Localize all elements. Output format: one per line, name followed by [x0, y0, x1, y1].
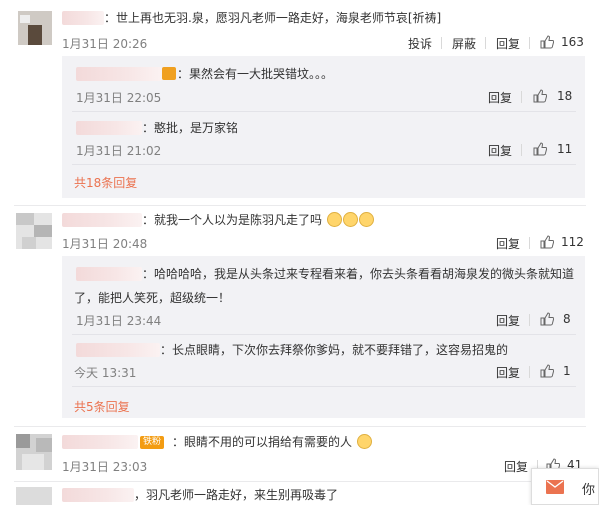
divider: [72, 164, 576, 165]
like-count: 112: [561, 235, 584, 249]
thumbs-up-icon[interactable]: [540, 364, 554, 378]
like-count: 1: [563, 364, 571, 378]
comment-time: 1月31日 23:03: [62, 460, 148, 474]
thumbs-up-icon[interactable]: [540, 312, 554, 326]
username-blurred[interactable]: [62, 11, 104, 25]
separator: [485, 37, 486, 49]
crying-face-icon: [358, 212, 374, 227]
divider: [14, 205, 586, 206]
reply-text: ：果然会有一大批哭错坟。。。: [177, 67, 334, 81]
separator: [529, 237, 530, 249]
reply-time: 1月31日 23:44: [76, 314, 162, 328]
comment-time: 1月31日 20:26: [62, 37, 148, 51]
username-blurred[interactable]: [62, 488, 134, 502]
reply-button[interactable]: 回复: [488, 89, 512, 106]
reply-text-line2: 了，能把人笑死，超级统一！: [74, 291, 231, 305]
fan-badge: 铁粉: [140, 436, 165, 449]
comment-text: ：眼睛不用的可以捐给有需要的人: [172, 434, 372, 450]
mail-icon: [546, 480, 564, 494]
thumbs-up-icon[interactable]: [533, 142, 547, 156]
reply-button[interactable]: 回复: [488, 142, 512, 159]
comment-text: ：就我一个人以为是陈羽凡走了吗: [142, 212, 374, 228]
divider: [72, 111, 576, 112]
more-replies-link[interactable]: 共5条回复: [74, 398, 130, 415]
divider: [72, 386, 576, 387]
reply-button[interactable]: 回复: [496, 364, 520, 381]
comment-text-content: ：就我一个人以为是陈羽凡走了吗: [142, 213, 323, 227]
reply-text: ：长点眼睛，下次你去拜祭你爹妈，就不要拜错了，这容易招鬼的: [160, 343, 509, 357]
crying-face-icon: [326, 212, 342, 227]
separator: [529, 314, 530, 326]
reply-button[interactable]: 回复: [496, 312, 520, 329]
username-blurred[interactable]: [62, 435, 138, 449]
username-blurred[interactable]: [76, 121, 142, 135]
like-count: 163: [561, 35, 584, 49]
separator: [529, 37, 530, 49]
reply-button[interactable]: 回复: [496, 235, 520, 252]
block-button[interactable]: 屏蔽: [452, 35, 476, 52]
separator: [521, 144, 522, 156]
more-replies-link[interactable]: 共18条回复: [74, 174, 137, 191]
chat-popup[interactable]: 你: [531, 468, 599, 505]
like-count: 11: [557, 142, 573, 156]
username-blurred[interactable]: [76, 343, 160, 357]
avatar[interactable]: [16, 487, 52, 505]
thumbs-up-icon[interactable]: [540, 35, 554, 49]
divider: [14, 426, 586, 427]
crying-face-icon: [342, 212, 358, 227]
user-badge-icon: [162, 67, 176, 80]
username-blurred[interactable]: [76, 267, 142, 281]
report-button[interactable]: 投诉: [408, 35, 432, 52]
thumbs-up-icon[interactable]: [540, 235, 554, 249]
popup-label: 你: [582, 483, 596, 498]
comment-text-content: ：眼睛不用的可以捐给有需要的人: [172, 435, 353, 449]
reply-time: 今天 13:31: [74, 366, 137, 380]
comment-text: ，羽凡老师一路走好，来生别再吸毒了: [134, 488, 339, 502]
divider: [72, 334, 576, 335]
divider: [14, 481, 586, 482]
reply-button[interactable]: 回复: [504, 458, 528, 475]
reply-text-line1: ：哈哈哈哈，我是从头条过来专程看来着，你去头条看看胡海泉发的微头条就知道: [142, 267, 575, 281]
avatar[interactable]: [16, 213, 52, 249]
like-count: 18: [557, 89, 573, 103]
reply-time: 1月31日 21:02: [76, 144, 162, 158]
separator: [521, 91, 522, 103]
avatar[interactable]: [18, 11, 52, 45]
separator: [529, 366, 530, 378]
like-count: 8: [563, 312, 571, 326]
grinning-face-icon: [356, 434, 372, 449]
thumbs-up-icon[interactable]: [533, 89, 547, 103]
comment-text: ：世上再也无羽.泉，愿羽凡老师一路走好，海泉老师节哀[祈祷]: [104, 11, 442, 25]
username-blurred[interactable]: [76, 67, 162, 81]
reply-text: ：憨批，是万家铭: [142, 121, 239, 135]
separator: [441, 37, 442, 49]
comment-time: 1月31日 20:48: [62, 237, 148, 251]
reply-button[interactable]: 回复: [496, 35, 520, 52]
username-blurred[interactable]: [62, 213, 142, 227]
avatar[interactable]: [16, 434, 52, 470]
reply-time: 1月31日 22:05: [76, 91, 162, 105]
